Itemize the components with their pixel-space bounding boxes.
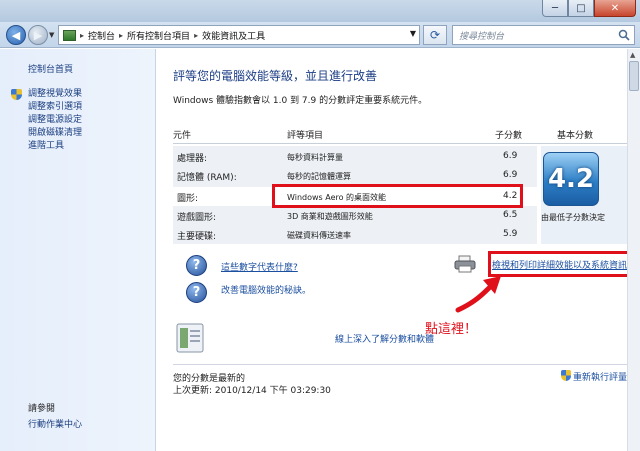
shield-icon xyxy=(561,370,571,381)
table-divider xyxy=(173,143,627,144)
red-arrow-icon xyxy=(455,276,501,313)
recent-pages-dropdown[interactable]: ▼ xyxy=(49,31,54,39)
graphics-row-highlight xyxy=(272,184,523,208)
address-dropdown-icon[interactable]: ▼ xyxy=(410,29,416,38)
column-header-component: 元件 xyxy=(173,131,192,141)
navigation-bar: ◀ ▶ ▼ ▸ 控制台 ▸ 所有控制台項目 ▸ 效能資訊及工具 ▼ ⟳ 搜尋控制… xyxy=(0,22,640,48)
sidebar: 控制台首頁 調整視覺效果 調整索引選項 調整電源設定 開啟磁碟清理 進階工具 請… xyxy=(0,49,156,451)
window-titlebar: ─ □ ✕ xyxy=(0,0,640,22)
window-controls: ─ □ ✕ xyxy=(542,0,636,18)
see-also-heading: 請參閱 xyxy=(28,404,56,414)
control-panel-icon xyxy=(63,29,76,41)
status-divider xyxy=(173,364,627,365)
rerun-assessment-button[interactable]: 重新執行評量 xyxy=(573,370,627,383)
last-updated: 上次更新: 2010/12/14 下午 03:29:30 xyxy=(173,386,331,396)
row-subscore: 6.5 xyxy=(503,210,518,220)
page-title: 評等您的電腦效能等級，並且進行改善 xyxy=(173,69,378,83)
row-component: 記憶體 (RAM): xyxy=(177,173,237,183)
sidebar-item-disk-cleanup[interactable]: 開啟磁碟清理 xyxy=(28,127,82,140)
row-subscore: 6.9 xyxy=(503,170,518,180)
crumb-separator[interactable]: ▸ xyxy=(119,31,123,40)
annotation-click-here: 點這裡！ xyxy=(425,322,478,337)
sidebar-item-power[interactable]: 調整電源設定 xyxy=(28,114,82,127)
row-rated: 3D 商業和遊戲圖形效能 xyxy=(287,212,373,221)
sidebar-item-label: 調整視覺效果 xyxy=(28,89,83,99)
back-button[interactable]: ◀ xyxy=(6,25,26,45)
table-row: 主要硬碟: 磁碟資料傳送速率 5.9 xyxy=(173,225,537,244)
scroll-thumb[interactable] xyxy=(629,61,639,91)
column-header-subscore: 子分數 xyxy=(495,131,523,141)
link-what-numbers-mean[interactable]: 這些數字代表什麼? xyxy=(221,260,298,273)
score-table-header: 元件 評等項目 子分數 基本分數 xyxy=(173,128,627,141)
table-row: 記憶體 (RAM): 每秒的記憶體運算 6.9 xyxy=(173,166,537,185)
row-rated: 每秒資料計算量 xyxy=(287,153,343,162)
forward-button[interactable]: ▶ xyxy=(28,25,48,45)
row-subscore: 6.9 xyxy=(503,151,518,161)
sidebar-item-label: 調整索引選項 xyxy=(28,102,83,112)
maximize-button[interactable]: □ xyxy=(568,0,594,17)
row-component: 主要硬碟: xyxy=(177,232,217,242)
sidebar-task-list: 調整視覺效果 調整索引選項 調整電源設定 開啟磁碟清理 進階工具 xyxy=(11,88,83,153)
search-icon[interactable] xyxy=(618,29,630,41)
refresh-button[interactable]: ⟳ xyxy=(423,25,447,45)
intro-text: Windows 體驗指數會以 1.0 到 7.9 的分數評定重要系統元件。 xyxy=(173,96,428,106)
row-component: 遊戲圖形: xyxy=(177,213,217,223)
row-component: 圖形: xyxy=(177,194,199,204)
link-improve-tips[interactable]: 改善電腦效能的秘訣。 xyxy=(221,283,311,296)
search-input[interactable]: 搜尋控制台 xyxy=(459,29,504,42)
table-row: 遊戲圖形: 3D 商業和遊戲圖形效能 6.5 xyxy=(173,206,537,225)
base-score-note: 由最低子分數決定 xyxy=(541,213,605,222)
sidebar-item-advanced-tools[interactable]: 進階工具 xyxy=(28,140,82,153)
row-rated: 磁碟資料傳送速率 xyxy=(287,231,351,240)
crumb-separator[interactable]: ▸ xyxy=(80,31,84,40)
close-button[interactable]: ✕ xyxy=(594,0,636,17)
sidebar-item-visual-effects[interactable]: 調整視覺效果 xyxy=(11,88,83,101)
sidebar-item-indexing[interactable]: 調整索引選項 xyxy=(28,101,82,114)
column-header-base-score: 基本分數 xyxy=(557,131,594,141)
sidebar-item-label: 開啟磁碟清理 xyxy=(28,128,83,138)
breadcrumb-control-panel[interactable]: 控制台 xyxy=(88,29,115,42)
row-rated: 每秒的記憶體運算 xyxy=(287,172,351,181)
online-info-icon xyxy=(176,323,204,353)
vertical-scrollbar[interactable]: ▲ xyxy=(627,49,640,451)
address-bar[interactable]: ▸ 控制台 ▸ 所有控制台項目 ▸ 效能資訊及工具 ▼ xyxy=(58,25,420,45)
row-subscore: 5.9 xyxy=(503,229,518,239)
search-box[interactable]: 搜尋控制台 xyxy=(452,25,635,45)
sidebar-item-label: 調整電源設定 xyxy=(28,115,83,125)
breadcrumb-performance[interactable]: 效能資訊及工具 xyxy=(202,29,265,42)
base-score-tile: 4.2 xyxy=(543,152,599,206)
help-icon[interactable]: ? xyxy=(186,255,207,276)
minimize-button[interactable]: ─ xyxy=(542,0,568,17)
action-center-link[interactable]: 行動作業中心 xyxy=(28,417,82,430)
breadcrumb-all-items[interactable]: 所有控制台項目 xyxy=(127,29,190,42)
sidebar-home-link[interactable]: 控制台首頁 xyxy=(28,62,73,75)
link-learn-online[interactable]: 線上深入了解分數和軟體 xyxy=(335,332,434,345)
scroll-up-arrow-icon[interactable]: ▲ xyxy=(630,51,635,59)
crumb-separator[interactable]: ▸ xyxy=(194,31,198,40)
table-row: 處理器: 每秒資料計算量 6.9 xyxy=(173,147,537,166)
help-icon[interactable]: ? xyxy=(186,282,207,303)
row-component: 處理器: xyxy=(177,154,208,164)
shield-icon xyxy=(11,89,22,100)
column-header-rated: 評等項目 xyxy=(287,131,324,141)
sidebar-item-label: 進階工具 xyxy=(28,141,65,151)
